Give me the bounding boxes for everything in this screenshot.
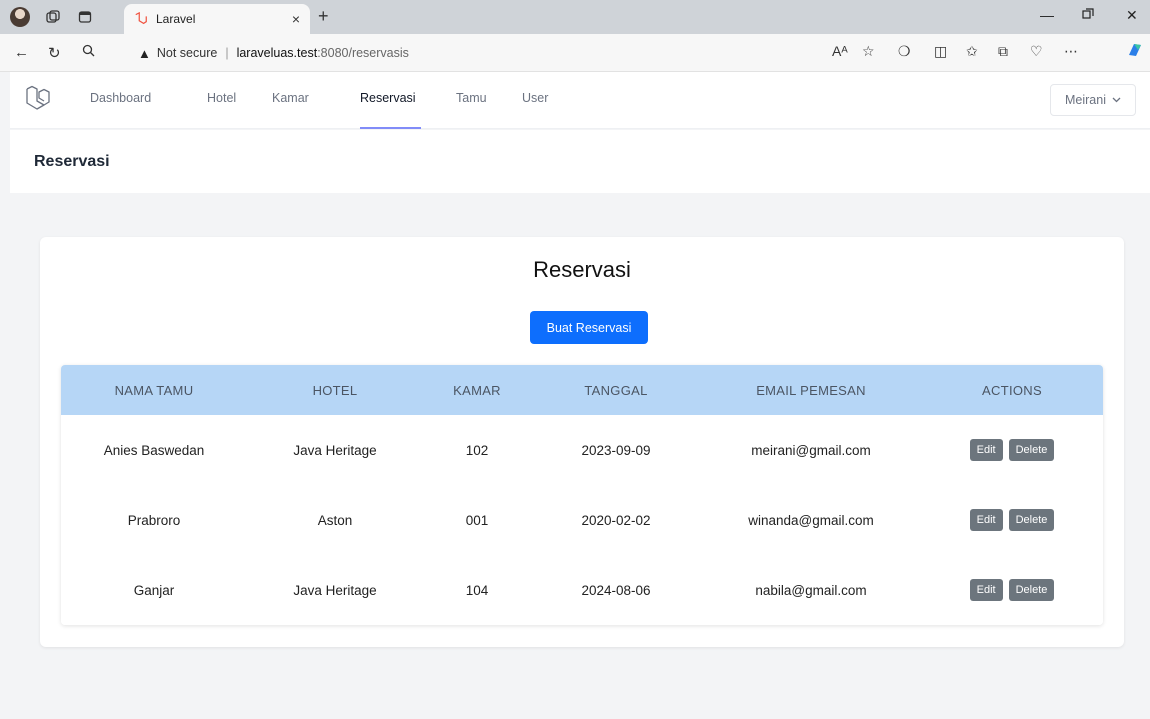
header-actions: ACTIONS — [982, 382, 1042, 398]
card-title: Reservasi — [533, 257, 631, 282]
nav-tamu[interactable]: Tamu — [456, 91, 487, 129]
search-icon[interactable] — [82, 44, 95, 61]
cell-tanggal: 2024-08-06 — [581, 582, 651, 598]
more-icon[interactable]: ⋯ — [1064, 43, 1078, 60]
browser-essentials-icon[interactable]: ♡ — [1030, 43, 1043, 60]
restore-icon[interactable] — [1082, 7, 1094, 23]
read-aloud-icon[interactable]: Aᴬ — [832, 43, 848, 59]
cell-actions: Edit Delete — [921, 509, 1103, 531]
edit-button[interactable]: Edit — [969, 509, 1003, 531]
cell-nama: Ganjar — [133, 582, 175, 598]
delete-button[interactable]: Delete — [1008, 439, 1055, 461]
cell-email: nabila@gmail.com — [755, 582, 867, 598]
user-name: Meirani — [1065, 93, 1106, 107]
url-separator: | — [225, 46, 229, 60]
warning-icon: ▲ — [138, 45, 151, 61]
header-nama-tamu: NAMA TAMU — [114, 382, 194, 398]
browser-tab-bar: Laravel × + — ✕ — [0, 0, 1150, 34]
page-title: Reservasi — [34, 153, 110, 170]
split-screen-icon[interactable]: ◫ — [934, 43, 947, 60]
refresh-icon[interactable]: ↻ — [48, 44, 61, 62]
app-page: Dashboard Hotel Kamar Reservasi Tamu Use… — [10, 72, 1150, 719]
url-path: :8080/reservasis — [317, 46, 409, 60]
table-row: Ganjar Java Heritage 104 2024-08-06 nabi… — [61, 555, 1103, 625]
cell-tanggal: 2023-09-09 — [581, 442, 651, 458]
copilot-icon[interactable] — [1126, 41, 1144, 62]
nav-user[interactable]: User — [522, 91, 548, 129]
table-row: Anies Baswedan Java Heritage 102 2023-09… — [61, 415, 1103, 485]
profile-avatar[interactable] — [10, 7, 30, 27]
back-icon[interactable]: ← — [14, 44, 29, 61]
cell-kamar: 104 — [465, 582, 489, 598]
cell-nama: Prabroro — [127, 512, 181, 528]
nav-dashboard[interactable]: Dashboard — [90, 91, 151, 129]
browser-tab[interactable]: Laravel × — [124, 4, 310, 34]
header-hotel: HOTEL — [312, 382, 358, 398]
collections-icon[interactable]: ⧉ — [998, 43, 1008, 60]
tab-title: Laravel — [156, 12, 196, 26]
minimize-icon[interactable]: — — [1040, 7, 1054, 23]
header-email-pemesan: EMAIL PEMESAN — [756, 382, 866, 398]
url-field[interactable]: ▲ Not secure | laraveluas.test:8080/rese… — [138, 40, 878, 66]
favorite-star-icon[interactable]: ☆ — [862, 43, 875, 60]
reservasi-card: Reservasi Buat Reservasi NAMA TAMU HOTEL… — [40, 237, 1124, 647]
nav-hotel[interactable]: Hotel — [207, 91, 236, 129]
reservasi-table: NAMA TAMU HOTEL KAMAR TANGGAL EMAIL PEME… — [61, 365, 1103, 625]
laravel-logo-icon[interactable] — [24, 84, 52, 112]
header-tanggal: TANGGAL — [584, 382, 648, 398]
buat-reservasi-button[interactable]: Buat Reservasi — [530, 311, 648, 344]
cell-actions: Edit Delete — [921, 439, 1103, 461]
cell-hotel: Java Heritage — [293, 442, 377, 458]
cell-nama: Anies Baswedan — [103, 442, 205, 458]
header-kamar: KAMAR — [453, 382, 501, 398]
cell-actions: Edit Delete — [921, 579, 1103, 601]
nav-kamar[interactable]: Kamar — [272, 91, 309, 129]
delete-button[interactable]: Delete — [1008, 509, 1055, 531]
tab-actions-icon[interactable] — [76, 8, 94, 26]
cell-kamar: 102 — [465, 442, 489, 458]
extensions-icon[interactable]: ❍ — [898, 43, 911, 60]
top-navigation: Dashboard Hotel Kamar Reservasi Tamu Use… — [10, 72, 1150, 129]
page-header: Reservasi — [10, 130, 1150, 193]
url-host: laraveluas.test — [236, 46, 318, 60]
cell-hotel: Aston — [317, 512, 353, 528]
delete-button[interactable]: Delete — [1008, 579, 1055, 601]
edit-button[interactable]: Edit — [969, 439, 1003, 461]
new-tab-button[interactable]: + — [318, 6, 329, 27]
edit-button[interactable]: Edit — [969, 579, 1003, 601]
close-window-icon[interactable]: ✕ — [1126, 7, 1138, 24]
table-row: Prabroro Aston 001 2020-02-02 winanda@gm… — [61, 485, 1103, 555]
chevron-down-icon — [1112, 97, 1121, 103]
tab-close-icon[interactable]: × — [292, 11, 300, 27]
user-menu-button[interactable]: Meirani — [1050, 84, 1136, 116]
cell-hotel: Java Heritage — [293, 582, 377, 598]
cell-email: meirani@gmail.com — [751, 442, 871, 458]
favorites-icon[interactable]: ✩ — [966, 43, 978, 60]
cell-kamar: 001 — [465, 512, 489, 528]
table-header: NAMA TAMU HOTEL KAMAR TANGGAL EMAIL PEME… — [61, 365, 1103, 415]
laravel-favicon-icon — [135, 12, 147, 25]
cell-tanggal: 2020-02-02 — [581, 512, 651, 528]
security-label: Not secure — [156, 46, 218, 60]
workspaces-icon[interactable] — [44, 8, 62, 26]
cell-email: winanda@gmail.com — [748, 512, 874, 528]
nav-reservasi[interactable]: Reservasi — [360, 91, 421, 129]
browser-address-bar: ← ↻ ▲ Not secure | laraveluas.test:8080/… — [0, 34, 1150, 72]
